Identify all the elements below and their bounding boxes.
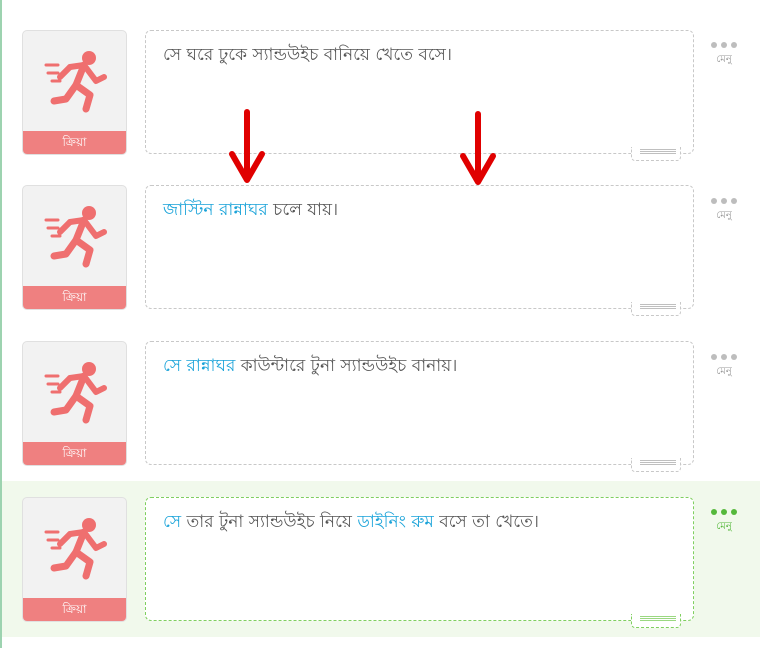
menu-label: মেনু <box>716 521 732 532</box>
menu-label: মেনু <box>716 210 732 221</box>
scene-text-box[interactable]: সে তার টুনা স্যান্ডউইচ নিয়ে ডাইনিং রুম … <box>145 497 694 628</box>
text-segment: তার টুনা স্যান্ডউইচ নিয়ে <box>181 512 358 532</box>
menu-button[interactable]: মেনু <box>702 352 746 388</box>
action-label: ক্রিয়া <box>23 598 126 621</box>
menu-label: মেনু <box>716 366 732 377</box>
location-tag[interactable]: ডাইনিং রুম <box>357 512 434 532</box>
text-segment: চলে যায়। <box>267 200 339 220</box>
storyboard-row: ক্রিয়া সে রান্নাঘর কাউন্টারে টুনা স্যান… <box>2 332 760 488</box>
menu-button[interactable]: মেনু <box>702 507 746 543</box>
text-segment: সে ঘরে ঢুকে স্যান্ডউইচ বানিয়ে খেতে বসে। <box>163 45 452 65</box>
action-label: ক্রিয়া <box>23 131 126 154</box>
down-arrow <box>460 111 496 185</box>
action-card[interactable]: ক্রিয়া <box>22 30 127 155</box>
action-card[interactable]: ক্রিয়া <box>22 497 127 622</box>
character-tag[interactable]: জাস্টিন <box>163 200 214 220</box>
storyboard-row: ক্রিয়া জাস্টিন রান্নাঘর চলে যায়। মেনু <box>2 176 760 332</box>
down-arrow <box>229 109 265 183</box>
character-tag[interactable]: সে <box>163 512 181 532</box>
menu-button[interactable]: মেনু <box>702 40 746 76</box>
running-person-icon <box>23 186 126 286</box>
text-segment: বসে তা খেতে। <box>433 512 539 532</box>
location-tag[interactable]: রান্নাঘর <box>187 356 236 376</box>
more-dots-icon <box>702 196 746 204</box>
resize-handle[interactable] <box>631 302 681 316</box>
more-dots-icon <box>702 507 746 515</box>
storyboard-row: ক্রিয়া সে ঘরে ঢুকে স্যান্ডউইচ বানিয়ে খ… <box>2 20 760 176</box>
resize-handle[interactable] <box>631 614 681 628</box>
scene-text: সে তার টুনা স্যান্ডউইচ নিয়ে ডাইনিং রুম … <box>163 510 681 534</box>
text-segment: কাউন্টারে টুনা স্যান্ডউইচ বানায়। <box>235 356 458 376</box>
storyboard-row-selected: ক্রিয়া সে তার টুনা স্যান্ডউইচ নিয়ে ডাই… <box>2 481 760 637</box>
location-tag[interactable]: রান্নাঘর <box>219 200 268 220</box>
scene-text-box[interactable]: সে রান্নাঘর কাউন্টারে টুনা স্যান্ডউইচ বা… <box>145 341 694 472</box>
running-person-icon <box>23 342 126 442</box>
running-person-icon <box>23 498 126 598</box>
scene-text-box[interactable]: জাস্টিন রান্নাঘর চলে যায়। <box>145 185 694 316</box>
more-dots-icon <box>702 40 746 48</box>
scene-text: সে রান্নাঘর কাউন্টারে টুনা স্যান্ডউইচ বা… <box>163 354 681 378</box>
resize-handle[interactable] <box>631 147 681 161</box>
running-person-icon <box>23 31 126 131</box>
menu-button[interactable]: মেনু <box>702 196 746 232</box>
action-card[interactable]: ক্রিয়া <box>22 341 127 466</box>
resize-handle[interactable] <box>631 458 681 472</box>
more-dots-icon <box>702 352 746 360</box>
action-label: ক্রিয়া <box>23 286 126 309</box>
scene-text: সে ঘরে ঢুকে স্যান্ডউইচ বানিয়ে খেতে বসে। <box>163 43 681 67</box>
menu-label: মেনু <box>716 54 732 65</box>
action-card[interactable]: ক্রিয়া <box>22 185 127 310</box>
scene-text: জাস্টিন রান্নাঘর চলে যায়। <box>163 198 681 222</box>
action-label: ক্রিয়া <box>23 442 126 465</box>
character-tag[interactable]: সে <box>163 356 181 376</box>
